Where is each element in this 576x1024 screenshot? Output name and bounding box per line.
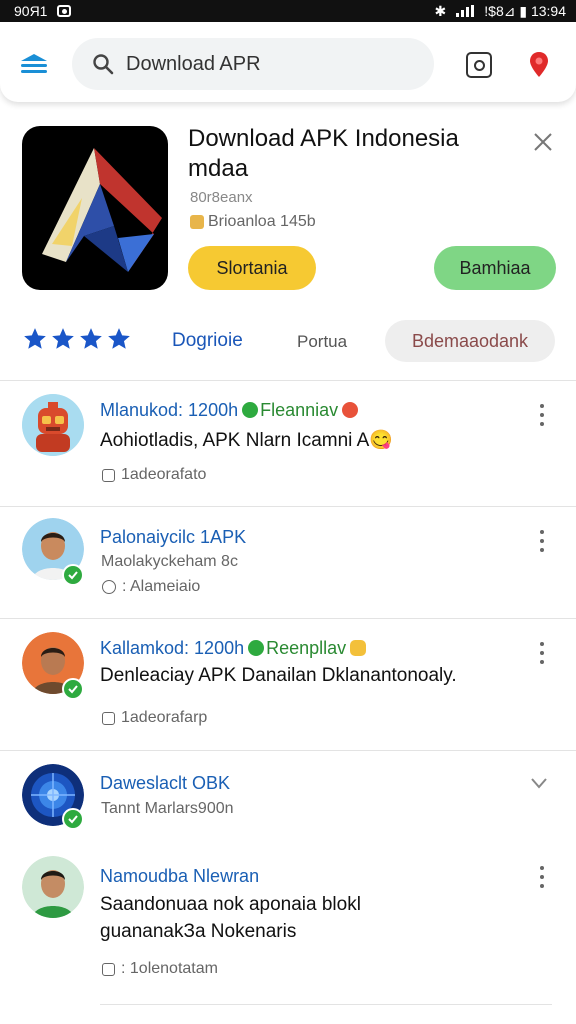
status-right-text: !$8⊿ ▮ 13:94 xyxy=(484,2,566,19)
comment-icon xyxy=(102,711,115,725)
review-meta: 1adeorafarp xyxy=(102,709,207,727)
app-size: Brioanloa 145b xyxy=(190,213,316,231)
tab-third[interactable]: Bdemaaodank xyxy=(385,320,555,362)
signal-icon xyxy=(456,5,475,17)
secondary-action-button[interactable]: Bamhiaa xyxy=(434,246,556,290)
review-text-line-2: guananakЗa Nokenaris xyxy=(100,921,297,942)
star-icon xyxy=(52,328,74,349)
verified-badge-icon xyxy=(62,678,84,700)
camera-icon[interactable] xyxy=(466,52,492,78)
status-left-text: 90Я1 xyxy=(14,3,48,19)
avatar[interactable] xyxy=(22,856,84,918)
review-title-text: Kallamkod: 1200h xyxy=(100,638,245,658)
app-size-text: Brioanloa 145b xyxy=(208,213,316,230)
review-tag: Fleanniav xyxy=(260,400,339,420)
screen-record-icon xyxy=(57,5,72,17)
app-title: Download APK Indonesia mdaa xyxy=(188,125,459,182)
close-icon[interactable] xyxy=(532,131,554,153)
app-logo-icon[interactable] xyxy=(22,126,168,290)
star-icon xyxy=(24,328,46,349)
divider xyxy=(0,506,576,507)
more-options-icon[interactable] xyxy=(539,530,545,552)
comment-icon xyxy=(102,962,115,976)
review-subtitle: Maolakyckeham 8c xyxy=(101,553,238,570)
app-subtitle: 80r8eanx xyxy=(190,189,253,206)
divider xyxy=(0,750,576,751)
menu-icon[interactable] xyxy=(20,53,48,75)
review-tag: Reenpllav xyxy=(266,638,347,658)
review-subtitle: Tannt Marlars900n xyxy=(101,800,234,817)
hand-emoji-icon xyxy=(350,640,367,656)
search-query: Download APR xyxy=(126,52,261,75)
review-meta-text: : Alameiaio xyxy=(122,578,201,595)
more-options-icon[interactable] xyxy=(539,866,545,888)
review-meta-text: 1adeorafato xyxy=(121,466,207,483)
primary-action-button[interactable]: Slortania xyxy=(188,246,316,290)
review-title: Kallamkod: 1200h Reenpllav xyxy=(100,638,367,659)
file-size-icon xyxy=(190,215,204,229)
star-icon xyxy=(80,328,102,349)
comment-icon xyxy=(102,580,116,594)
review-meta-text: : 1olenotatam xyxy=(121,960,218,977)
avatar[interactable] xyxy=(22,394,84,456)
comment-icon xyxy=(102,468,115,482)
more-options-icon[interactable] xyxy=(539,404,545,426)
search-bar[interactable]: Download APR xyxy=(72,38,434,90)
review-meta: 1adeorafato xyxy=(102,466,206,484)
review-text: Saandonuaa nok aponaia blokl xyxy=(100,894,361,915)
review-title: Daweslaclt OBK xyxy=(100,773,231,793)
location-pin-icon[interactable] xyxy=(528,50,550,80)
chevron-down-icon[interactable] xyxy=(530,776,548,790)
star-icon xyxy=(108,328,130,349)
status-bar: 90Я1 ✱ !$8⊿ ▮ 13:94 xyxy=(0,0,576,22)
verified-icon xyxy=(248,640,265,656)
bluetooth-icon: ✱ xyxy=(434,2,447,19)
review-title: Palonaiycilc 1APK xyxy=(100,527,247,547)
review-meta: : Alameiaio xyxy=(102,578,200,596)
divider xyxy=(0,618,576,619)
tab-second[interactable]: Portua xyxy=(297,332,347,352)
review-text: Denleaciay APK Danailan Dklanantonoaly. xyxy=(100,665,457,686)
verified-icon xyxy=(242,402,259,418)
review-title-text: Mlanukod: 1200h xyxy=(100,400,239,420)
rating-stars xyxy=(22,326,132,352)
review-meta-text: 1adeorafarp xyxy=(121,709,208,726)
review-title: Namoudba Nlewran xyxy=(100,866,260,886)
tab-first[interactable]: Dogrioie xyxy=(172,330,243,352)
review-title: Mlanukod: 1200h Fleanniav xyxy=(100,400,359,421)
review-meta: : 1olenotatam xyxy=(102,960,218,978)
review-text: Aohiotladis, APK Nlarn Icamni A😋 xyxy=(100,430,393,451)
more-options-icon[interactable] xyxy=(539,642,545,664)
search-icon xyxy=(93,54,114,75)
divider xyxy=(0,380,576,381)
divider xyxy=(100,1004,552,1005)
verified-badge-icon xyxy=(62,808,84,830)
top-bar: Download APR xyxy=(0,22,576,102)
emoji-icon xyxy=(342,402,359,418)
verified-badge-icon xyxy=(62,564,84,586)
